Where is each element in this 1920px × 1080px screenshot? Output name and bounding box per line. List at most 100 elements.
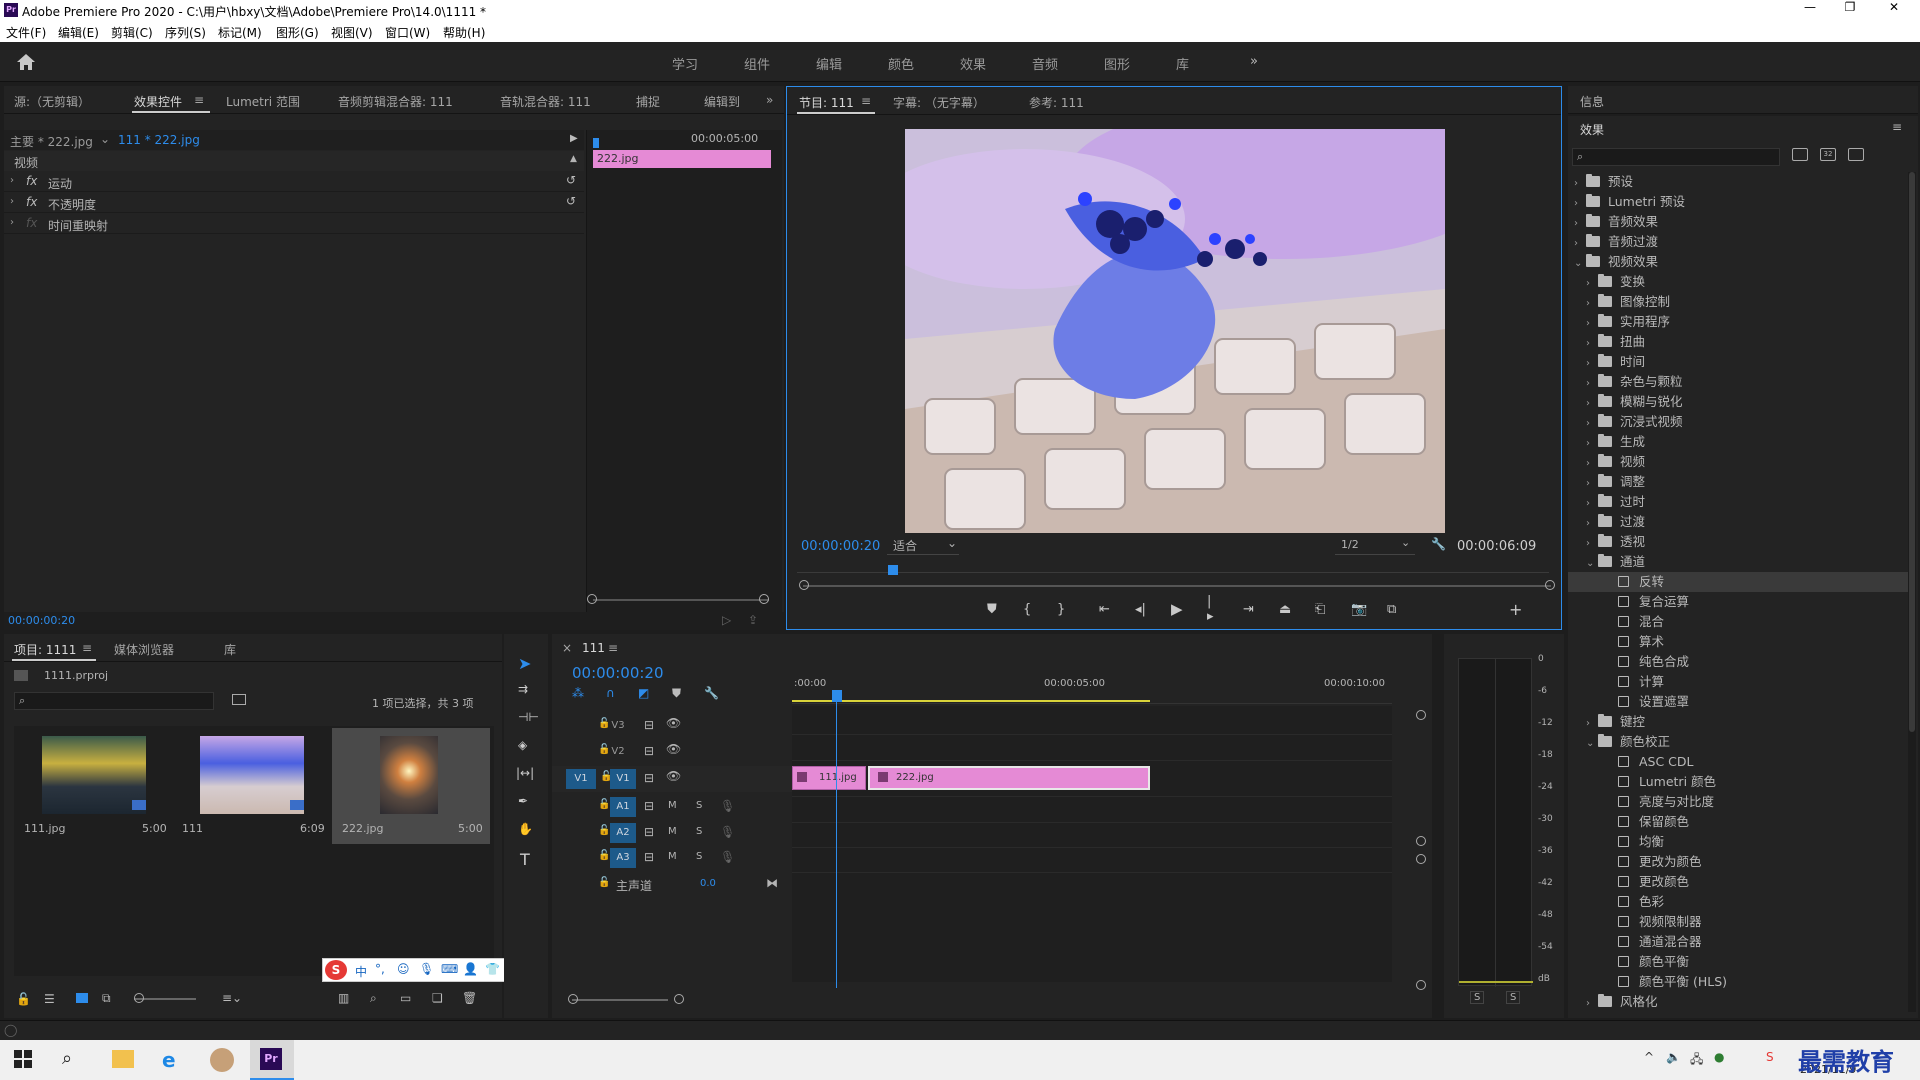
reset-icon[interactable]: ↺ <box>566 194 576 208</box>
tab-audio-track-mixer[interactable]: 音轨混合器: 111 <box>500 93 591 110</box>
effects-folder[interactable]: › 模糊与锐化 <box>1568 392 1908 412</box>
project-item-selected[interactable]: 222.jpg 5:00 <box>332 728 490 844</box>
chevron-right-icon[interactable]: › <box>1586 354 1598 374</box>
chevron-right-icon[interactable]: › <box>1586 414 1598 434</box>
workspace-effects[interactable]: 效果 <box>960 54 986 73</box>
timeline-settings-wrench-icon[interactable]: 🔧 <box>704 686 719 700</box>
chevron-down-icon[interactable]: ⌄ <box>1586 734 1598 754</box>
workspace-libraries[interactable]: 库 <box>1176 54 1189 73</box>
sogou-logo-icon[interactable]: S <box>325 960 347 980</box>
zoom-slider-handle[interactable] <box>134 993 144 1003</box>
minimize-button[interactable]: — <box>1798 0 1822 20</box>
solo-button[interactable]: S <box>696 826 702 837</box>
program-video-frame[interactable] <box>905 129 1445 533</box>
scroll-handle-right[interactable] <box>759 594 769 604</box>
menu-edit[interactable]: 编辑(E) <box>58 24 99 41</box>
trash-icon[interactable]: 🗑 <box>462 991 477 1005</box>
chevron-right-icon[interactable]: › <box>1586 714 1598 734</box>
track-label-v3[interactable]: V3 <box>608 716 628 736</box>
effect-item[interactable]: 计算 <box>1568 672 1908 692</box>
tray-chevron-icon[interactable]: ^ <box>1644 1050 1654 1064</box>
scroll-handle[interactable] <box>1416 854 1426 864</box>
automate-to-sequence-icon[interactable]: ▥ <box>338 991 349 1005</box>
effects-folder[interactable]: › 预设 <box>1568 172 1908 192</box>
lock-icon[interactable]: 🔓 <box>16 992 31 1006</box>
workspace-color[interactable]: 颜色 <box>888 54 914 73</box>
effect-item[interactable]: 保留颜色 <box>1568 812 1908 832</box>
info-panel-title[interactable]: 信息 <box>1580 93 1604 110</box>
media-app-icon[interactable] <box>210 1048 234 1072</box>
zoom-handle-left[interactable] <box>799 580 809 590</box>
dropdown-chevron-icon[interactable]: ⌄ <box>100 132 110 146</box>
chevron-right-icon[interactable]: › <box>1586 494 1598 514</box>
sync-lock-icon[interactable]: ⊟ <box>644 744 654 758</box>
menu-view[interactable]: 视图(V) <box>331 24 373 41</box>
lock-icon[interactable]: 🔓 <box>598 799 610 810</box>
sync-lock-icon[interactable]: ⊟ <box>644 825 654 839</box>
go-to-end-icon[interactable]: ⧓ <box>766 876 778 890</box>
add-button-icon[interactable]: + <box>1509 600 1522 619</box>
project-item[interactable]: 111 6:09 <box>174 728 326 844</box>
track-label-v1[interactable]: V1 <box>610 769 636 789</box>
chevron-right-icon[interactable]: › <box>1586 434 1598 454</box>
mark-out-icon[interactable]: } <box>1057 602 1065 617</box>
workspace-audio[interactable]: 音频 <box>1032 54 1058 73</box>
selection-tool-icon[interactable]: ➤ <box>518 654 531 673</box>
slip-tool-icon[interactable]: |↔| <box>516 766 534 780</box>
wrench-icon[interactable]: 🔧 <box>1431 537 1446 551</box>
ripple-edit-tool-icon[interactable]: ⊣⊢ <box>518 710 539 724</box>
nest-icon[interactable]: ⁂ <box>572 686 584 700</box>
mic-icon[interactable]: 🎙 <box>720 825 735 839</box>
freeform-view-icon[interactable]: ⧉ <box>102 991 111 1006</box>
add-marker-icon[interactable]: ⛊ <box>987 602 997 617</box>
panel-menu-icon[interactable]: ≡ <box>82 641 92 655</box>
expand-chevron-icon[interactable]: › <box>10 217 22 228</box>
effect-row-opacity[interactable]: › fx 不透明度 ↺ <box>4 193 584 213</box>
effects-folder[interactable]: › 沉浸式视频 <box>1568 412 1908 432</box>
type-tool-icon[interactable]: T <box>520 850 530 869</box>
chevron-down-icon[interactable]: ⌄ <box>1574 254 1586 274</box>
effect-item[interactable]: 混合 <box>1568 612 1908 632</box>
extract-icon[interactable]: ⎗ <box>1315 602 1325 617</box>
effects-folder[interactable]: › 透视 <box>1568 532 1908 552</box>
tray-app-icon[interactable]: ● <box>1714 1050 1724 1064</box>
zoom-handle-left[interactable] <box>568 994 578 1004</box>
mute-button[interactable]: M <box>668 851 677 862</box>
lift-icon[interactable]: ⏏ <box>1279 602 1291 617</box>
tab-project[interactable]: 项目: 1111 <box>14 641 76 658</box>
tab-edit-to[interactable]: 编辑到 <box>704 93 740 110</box>
timeline-ruler[interactable]: :00:00 00:00:05:00 00:00:10:00 <box>792 674 1392 704</box>
find-icon[interactable]: ⌕ <box>370 991 377 1006</box>
track-label-a3[interactable]: A3 <box>610 848 636 868</box>
effect-item[interactable]: 颜色平衡 (HLS) <box>1568 972 1908 992</box>
go-to-out-icon[interactable]: ⇥ <box>1243 602 1254 617</box>
ec-playhead[interactable] <box>593 138 599 148</box>
sequence-clip-label[interactable]: 111 * 222.jpg <box>118 133 200 147</box>
menu-sequence[interactable]: 序列(S) <box>165 24 206 41</box>
ec-clip-bar[interactable]: 222.jpg <box>593 150 771 168</box>
chevron-right-icon[interactable]: › <box>1586 374 1598 394</box>
effect-item[interactable]: 通道混合器 <box>1568 932 1908 952</box>
menu-clip[interactable]: 剪辑(C) <box>111 24 153 41</box>
effect-item[interactable]: 复合运算 <box>1568 592 1908 612</box>
speaker-icon[interactable]: 🔈 <box>1666 1050 1681 1064</box>
effects-folder[interactable]: › Lumetri 预设 <box>1568 192 1908 212</box>
solo-button[interactable]: S <box>696 851 702 862</box>
new-bin-icon[interactable]: ▭ <box>400 991 411 1005</box>
chevron-right-icon[interactable]: › <box>1574 174 1586 194</box>
eye-icon[interactable]: 👁 <box>666 742 681 756</box>
tab-capture[interactable]: 捕捉 <box>636 93 660 110</box>
effects-folder[interactable]: › 音频效果 <box>1568 212 1908 232</box>
effect-item[interactable]: 亮度与对比度 <box>1568 792 1908 812</box>
menu-marker[interactable]: 标记(M) <box>218 24 262 41</box>
tab-lumetri-scopes[interactable]: Lumetri 范围 <box>226 93 300 110</box>
expand-right-icon[interactable]: ▶ <box>570 133 578 144</box>
new-item-icon[interactable]: ❏ <box>432 991 443 1005</box>
ime-toolbar[interactable]: S 中 °, ☺ 🎙 ⌨ 👤 👕 ▦ <box>322 958 528 982</box>
effects-folder[interactable]: ⌄ 颜色校正 <box>1568 732 1908 752</box>
scroll-handle[interactable] <box>1416 980 1426 990</box>
emoji-icon[interactable]: ☺ <box>397 962 410 976</box>
close-button[interactable]: ✕ <box>1882 0 1906 20</box>
source-patch-v1[interactable]: V1 <box>566 769 596 789</box>
linked-selection-icon[interactable]: ◩ <box>638 686 649 700</box>
